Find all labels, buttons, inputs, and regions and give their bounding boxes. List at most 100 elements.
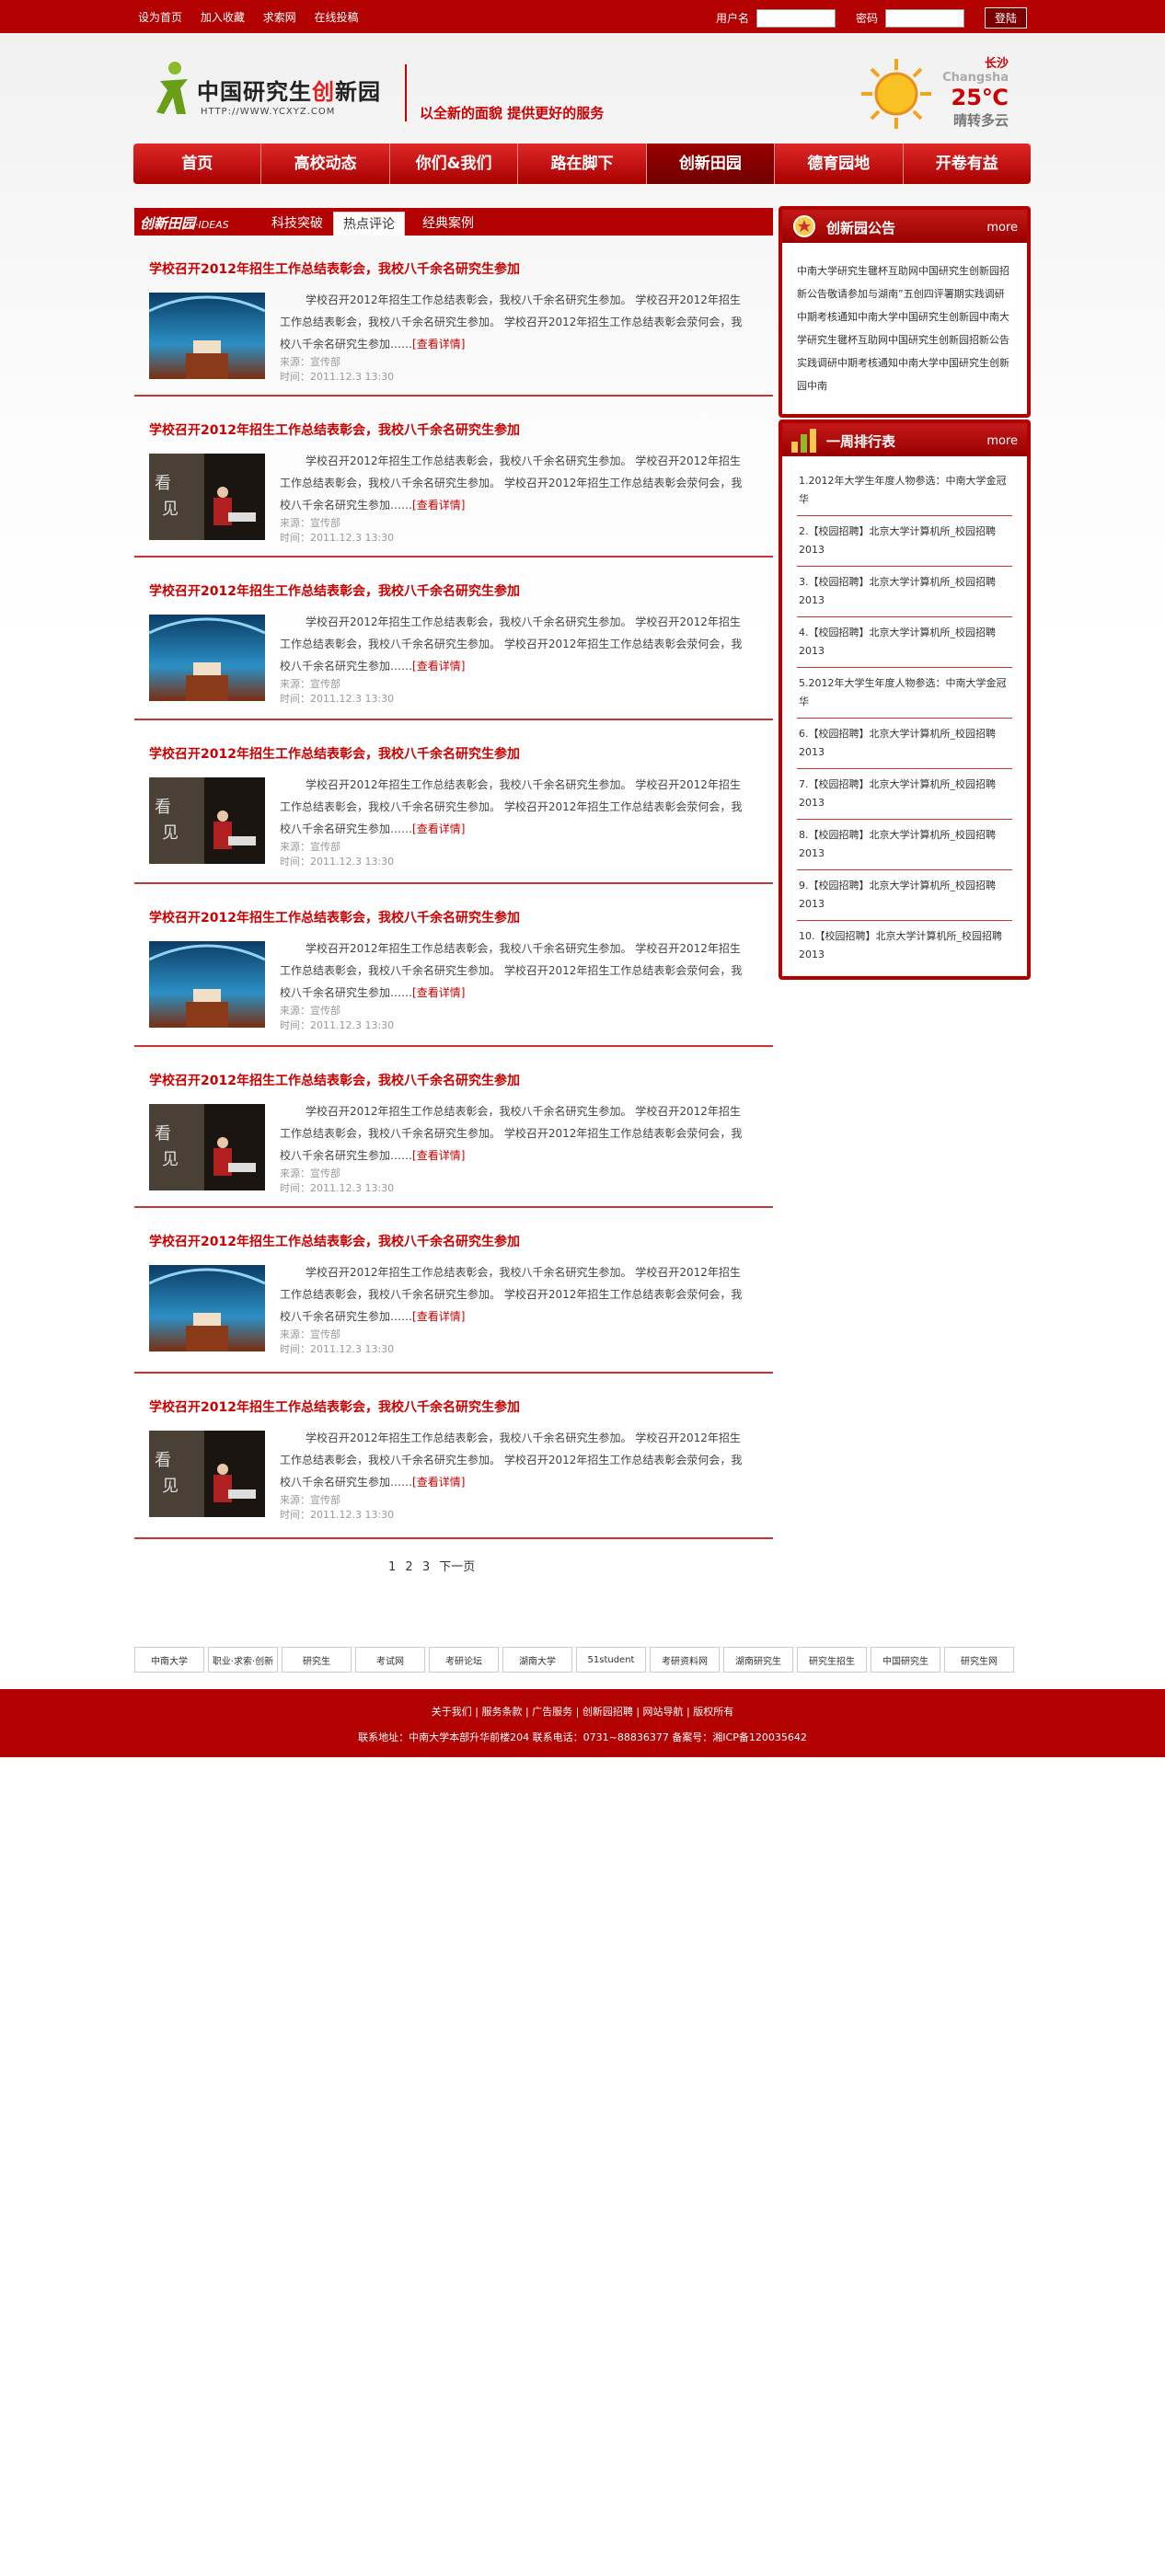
notice-more-link[interactable]: more <box>986 221 1018 235</box>
read-more-link[interactable]: [查看详情] <box>412 1149 465 1162</box>
article-thumbnail[interactable] <box>149 615 265 701</box>
article-thumbnail[interactable] <box>149 1265 265 1351</box>
ranking-item[interactable]: 2.【校园招聘】北京大学计算机所_校园招聘2013 <box>797 516 1012 567</box>
article-title[interactable]: 学校召开2012年招生工作总结表彰会，我校八千余名研究生参加 <box>149 581 520 600</box>
article-thumbnail[interactable]: 看见 <box>149 1431 265 1517</box>
nav-you-and-us[interactable]: 你们&我们 <box>390 144 519 184</box>
page-3[interactable]: 3 <box>422 1560 430 1574</box>
article-title[interactable]: 学校召开2012年招生工作总结表彰会，我校八千余名研究生参加 <box>149 1071 520 1089</box>
article-title[interactable]: 学校召开2012年招生工作总结表彰会，我校八千余名研究生参加 <box>149 1232 520 1250</box>
read-more-link[interactable]: [查看详情] <box>412 1476 465 1489</box>
main-nav: 首页 高校动态 你们&我们 路在脚下 创新田园 德育园地 开卷有益 <box>133 144 1031 184</box>
article-meta: 来源：宣传部 时间：2011.12.3 13:30 <box>280 840 394 869</box>
article-source: 来源：宣传部 <box>280 678 340 690</box>
ranking-item[interactable]: 8.【校园招聘】北京大学计算机所_校园招聘2013 <box>797 820 1012 870</box>
tab-cases[interactable]: 经典案例 <box>412 212 484 236</box>
ranking-item[interactable]: 9.【校园招聘】北京大学计算机所_校园招聘2013 <box>797 870 1012 921</box>
read-more-link[interactable]: [查看详情] <box>412 660 465 673</box>
password-label: 密码 <box>855 12 878 25</box>
footer-address: 联系地址：中南大学本部升华前楼204 联系电话：0731~88836377 备案… <box>358 1731 807 1743</box>
ranking-item[interactable]: 4.【校园招聘】北京大学计算机所_校园招聘2013 <box>797 617 1012 668</box>
article-time: 时间：2011.12.3 13:30 <box>280 1019 395 1031</box>
read-more-link[interactable]: [查看详情] <box>412 499 465 512</box>
article-source: 来源：宣传部 <box>280 1494 340 1506</box>
article-title[interactable]: 学校召开2012年招生工作总结表彰会，我校八千余名研究生参加 <box>149 259 520 278</box>
footer-links[interactable]: 关于我们 | 服务条款 | 广告服务 | 创新园招聘 | 网站导航 | 版权所有 <box>0 1704 1165 1719</box>
partner-link[interactable]: 中南大学 <box>134 1647 204 1673</box>
article-thumbnail[interactable] <box>149 941 265 1028</box>
weather-pinyin: Changsha <box>942 71 1009 85</box>
tab-tech[interactable]: 科技突破 <box>261 212 333 236</box>
article-source: 来源：宣传部 <box>280 1328 340 1340</box>
ranking-item[interactable]: 5.2012年大学生年度人物参选：中南大学金冠华 <box>797 668 1012 719</box>
person-logo-icon <box>156 62 188 114</box>
nav-moral[interactable]: 德育园地 <box>775 144 904 184</box>
partner-link[interactable]: 湖南研究生 <box>723 1647 793 1673</box>
footer: 关于我们 | 服务条款 | 广告服务 | 创新园招聘 | 网站导航 | 版权所有… <box>0 1689 1165 1757</box>
weather-info: 长沙 Changsha 25℃ 晴转多云 <box>942 53 1009 130</box>
notice-title: 创新园公告 <box>826 220 896 236</box>
notice-header: 创新园公告 more <box>782 210 1027 243</box>
username-input[interactable] <box>756 8 836 28</box>
nav-reading[interactable]: 开卷有益 <box>904 144 1031 184</box>
set-homepage-link[interactable]: 设为首页 <box>138 11 182 24</box>
partner-link[interactable]: 职业·求索·创新 <box>208 1647 278 1673</box>
read-more-link[interactable]: [查看详情] <box>412 1310 465 1323</box>
ranking-item[interactable]: 10.【校园招聘】北京大学计算机所_校园招聘2013 <box>797 921 1012 971</box>
ranking-more-link[interactable]: more <box>986 434 1018 448</box>
username-label: 用户名 <box>715 12 749 25</box>
page-1[interactable]: 1 <box>388 1560 396 1574</box>
partner-link[interactable]: 研究生 <box>282 1647 352 1673</box>
read-more-link[interactable]: [查看详情] <box>412 986 465 999</box>
ranking-item[interactable]: 6.【校园招聘】北京大学计算机所_校园招聘2013 <box>797 719 1012 769</box>
article-summary: 学校召开2012年招生工作总结表彰会，我校八千余名研究生参加。 学校召开2012… <box>280 454 743 512</box>
article-thumbnail[interactable]: 看见 <box>149 1104 265 1190</box>
svg-text:看: 看 <box>155 1451 171 1470</box>
next-page[interactable]: 下一页 <box>439 1560 475 1574</box>
article-title[interactable]: 学校召开2012年招生工作总结表彰会，我校八千余名研究生参加 <box>149 908 520 926</box>
partner-link[interactable]: 研究生网 <box>944 1647 1014 1673</box>
page-2[interactable]: 2 <box>405 1560 412 1574</box>
login-button[interactable]: 登陆 <box>984 7 1027 29</box>
partner-link[interactable]: 研究生招生 <box>797 1647 867 1673</box>
partner-link[interactable]: 湖南大学 <box>502 1647 572 1673</box>
nav-home[interactable]: 首页 <box>133 144 262 184</box>
partner-link[interactable]: 考研论坛 <box>429 1647 499 1673</box>
read-more-link[interactable]: [查看详情] <box>412 822 465 835</box>
article-title[interactable]: 学校召开2012年招生工作总结表彰会，我校八千余名研究生参加 <box>149 744 520 763</box>
partner-link[interactable]: 考研资料网 <box>650 1647 720 1673</box>
ranking-item[interactable]: 7.【校园招聘】北京大学计算机所_校园招聘2013 <box>797 769 1012 820</box>
partner-link[interactable]: 51student <box>576 1647 646 1673</box>
logo-url: HTTP://WWW.YCXYZ.COM <box>201 107 336 117</box>
weather-city: 长沙 <box>984 57 1009 71</box>
partner-link[interactable]: 考试网 <box>355 1647 425 1673</box>
article-summary: 学校召开2012年招生工作总结表彰会，我校八千余名研究生参加。 学校召开2012… <box>280 942 743 999</box>
submit-article-link[interactable]: 在线投稿 <box>315 11 359 24</box>
article-item: 学校召开2012年招生工作总结表彰会，我校八千余名研究生参加学校召开2012年招… <box>134 1208 773 1374</box>
section-tabs: 创新田园·IDEAS 科技突破 热点评论 经典案例 <box>134 208 773 236</box>
nav-campus-news[interactable]: 高校动态 <box>261 144 390 184</box>
article-title[interactable]: 学校召开2012年招生工作总结表彰会，我校八千余名研究生参加 <box>149 420 520 439</box>
ranking-item[interactable]: 1.2012年大学生年度人物参选：中南大学金冠华 <box>797 466 1012 516</box>
slogan: 以全新的面貌 提供更好的服务 <box>420 105 605 121</box>
article-title[interactable]: 学校召开2012年招生工作总结表彰会，我校八千余名研究生参加 <box>149 1397 520 1416</box>
article-summary: 学校召开2012年招生工作总结表彰会，我校八千余名研究生参加。 学校召开2012… <box>280 778 743 835</box>
article-summary: 学校召开2012年招生工作总结表彰会，我校八千余名研究生参加。 学校召开2012… <box>280 1266 743 1323</box>
nav-road[interactable]: 路在脚下 <box>518 144 647 184</box>
article-thumbnail[interactable]: 看见 <box>149 454 265 540</box>
article-thumbnail[interactable]: 看见 <box>149 777 265 864</box>
article-item: 学校召开2012年招生工作总结表彰会，我校八千余名研究生参加 学校召开2012年招… <box>134 558 773 720</box>
svg-text:见: 见 <box>162 1150 179 1169</box>
article-summary: 学校召开2012年招生工作总结表彰会，我校八千余名研究生参加。 学校召开2012… <box>280 293 743 351</box>
password-input[interactable] <box>884 8 964 28</box>
read-more-link[interactable]: [查看详情] <box>412 338 465 351</box>
nav-innovation[interactable]: 创新田园 <box>646 144 776 184</box>
qiusuo-link[interactable]: 求索网 <box>263 11 296 24</box>
add-favorite-link[interactable]: 加入收藏 <box>201 11 245 24</box>
article-time: 时间：2011.12.3 13:30 <box>280 693 395 705</box>
article-thumbnail[interactable] <box>149 293 265 379</box>
tab-hot[interactable]: 热点评论 <box>333 212 405 236</box>
site-logo[interactable]: 中国研究生创新园 HTTP://WWW.YCXYZ.COM <box>155 61 394 125</box>
ranking-item[interactable]: 3.【校园招聘】北京大学计算机所_校园招聘2013 <box>797 567 1012 617</box>
partner-link[interactable]: 中国研究生 <box>871 1647 940 1673</box>
